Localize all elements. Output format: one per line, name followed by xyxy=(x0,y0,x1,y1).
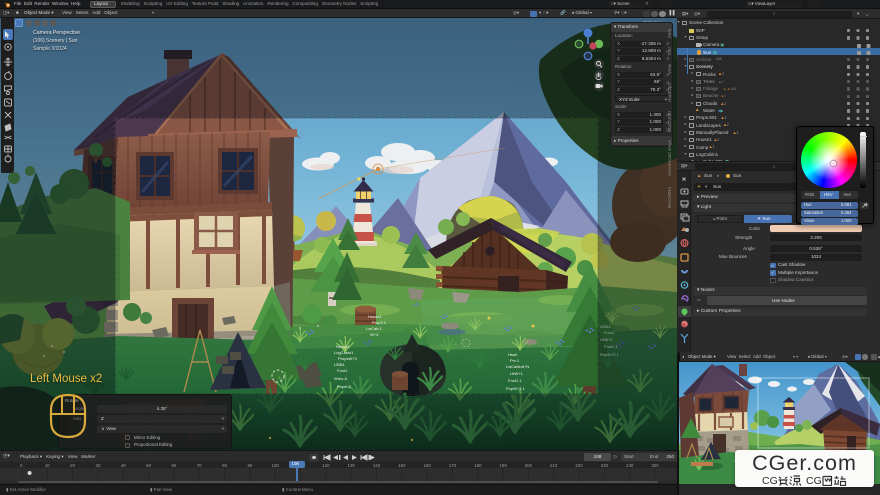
svg-text:Foot1.: Foot1. xyxy=(337,368,348,373)
svg-text:W+3: W+3 xyxy=(370,332,379,337)
svg-text:Foot1.1: Foot1.1 xyxy=(508,378,522,383)
svg-text:PopeL3: PopeL3 xyxy=(337,384,352,389)
svg-text:CG: CG xyxy=(806,475,822,486)
svg-text:LogCabin1: LogCabin1 xyxy=(334,350,354,355)
svg-text:PopW+3 1: PopW+3 1 xyxy=(506,386,526,391)
svg-text:Prop2.1: Prop2.1 xyxy=(372,320,387,325)
svg-text:Wres.A: Wres.A xyxy=(334,376,347,381)
svg-text:Prv.1: Prv.1 xyxy=(510,358,520,363)
svg-text:LftW+1.: LftW+1. xyxy=(510,371,524,376)
svg-text:CG: CG xyxy=(762,475,778,486)
svg-text:Hswt: Hswt xyxy=(508,352,518,357)
svg-text:USB4.: USB4. xyxy=(334,362,346,367)
svg-text:LwCaMnd+N: LwCaMnd+N xyxy=(506,364,529,369)
svg-text:House1: House1 xyxy=(368,314,383,319)
svg-text:LwCab.1: LwCab.1 xyxy=(366,326,383,331)
svg-text:PropsW+3: PropsW+3 xyxy=(338,356,358,361)
svg-text:House1: House1 xyxy=(336,344,351,349)
